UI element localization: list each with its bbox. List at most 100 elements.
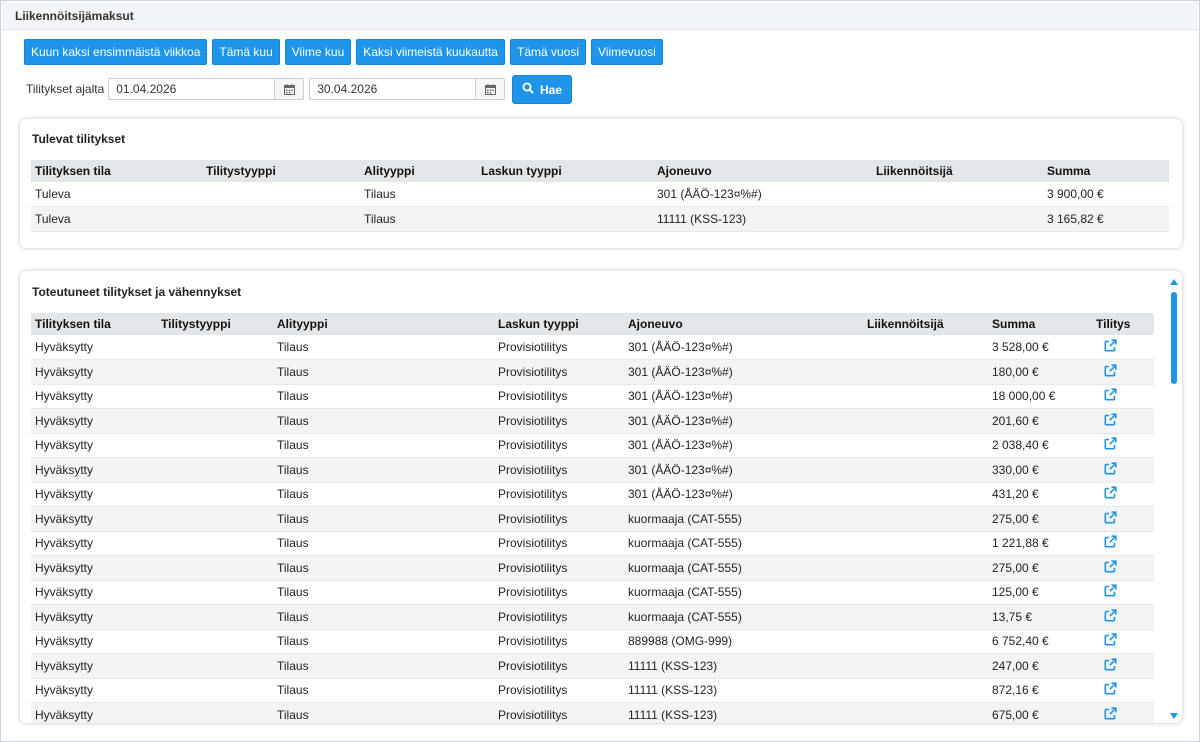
table-row: Hyväksytty Tilaus Provisiotilitys kuormaaja… bbox=[31, 604, 1154, 630]
col-header[interactable]: Alityyppi bbox=[273, 313, 494, 335]
external-link-icon[interactable] bbox=[1104, 364, 1117, 380]
table-cell bbox=[863, 629, 988, 654]
table-row: Hyväksytty Tilaus Provisiotilitys 301 (ÅÄÖ-… bbox=[31, 384, 1154, 409]
table-cell: Hyväksytty bbox=[31, 408, 157, 434]
table-cell: 872,16 € bbox=[988, 678, 1092, 703]
table-row: Hyväksytty Tilaus Provisiotilitys 301 (ÅÄÖ-… bbox=[31, 457, 1154, 483]
table-cell: 1 221,88 € bbox=[988, 531, 1092, 556]
table-row: Hyväksytty Tilaus Provisiotilitys kuormaaja… bbox=[31, 555, 1154, 581]
btn-this-year[interactable]: Tämä vuosi bbox=[509, 39, 587, 65]
external-link-icon[interactable] bbox=[1104, 658, 1117, 674]
btn-this-month[interactable]: Tämä kuu bbox=[212, 39, 280, 65]
external-link-icon[interactable] bbox=[1104, 339, 1117, 355]
table-cell: Provisiotilitys bbox=[494, 384, 624, 409]
table-cell bbox=[863, 408, 988, 434]
table-cell bbox=[863, 702, 988, 723]
table-cell bbox=[863, 531, 988, 556]
calendar-icon[interactable] bbox=[475, 78, 506, 100]
scroll-thumb[interactable] bbox=[1171, 292, 1177, 384]
scroll-up-arrow-icon[interactable] bbox=[1170, 279, 1178, 285]
col-header[interactable]: Summa bbox=[988, 313, 1092, 335]
table-cell: Provisiotilitys bbox=[494, 629, 624, 654]
upcoming-title: Tulevat tilitykset bbox=[32, 132, 126, 146]
external-link-icon[interactable] bbox=[1104, 486, 1117, 502]
external-link-icon[interactable] bbox=[1104, 437, 1117, 453]
col-header[interactable]: Alityyppi bbox=[360, 160, 477, 182]
scroll-down-arrow-icon[interactable] bbox=[1170, 713, 1178, 719]
table-cell bbox=[863, 433, 988, 458]
table-cell: Provisiotilitys bbox=[494, 506, 624, 532]
table-cell: 11111 (KSS-123) bbox=[624, 678, 863, 703]
realized-title: Toteutuneet tilitykset ja vähennykset bbox=[32, 285, 242, 299]
col-header[interactable]: Tilityksen tila bbox=[31, 160, 202, 182]
col-header[interactable]: Tilitystyyppi bbox=[202, 160, 360, 182]
col-header[interactable]: Liikennöitsijä bbox=[872, 160, 1043, 182]
date-from-input[interactable] bbox=[108, 78, 275, 100]
date-filter: Tilitykset ajalta bbox=[26, 77, 510, 101]
col-header[interactable]: Laskun tyyppi bbox=[494, 313, 624, 335]
external-link-icon[interactable] bbox=[1104, 707, 1117, 723]
table-cell: Hyväksytty bbox=[31, 604, 157, 630]
external-link-icon[interactable] bbox=[1104, 535, 1117, 551]
table-cell: 247,00 € bbox=[988, 653, 1092, 679]
table-cell bbox=[477, 206, 653, 232]
vertical-scrollbar[interactable] bbox=[1170, 279, 1178, 719]
table-cell bbox=[863, 604, 988, 630]
col-header[interactable]: Tilitys bbox=[1092, 313, 1154, 335]
col-header[interactable]: Liikennöitsijä bbox=[863, 313, 988, 335]
external-link-icon[interactable] bbox=[1104, 560, 1117, 576]
table-cell bbox=[863, 457, 988, 483]
table-cell: Provisiotilitys bbox=[494, 580, 624, 605]
btn-last-two-months[interactable]: Kaksi viimeistä kuukautta bbox=[356, 39, 505, 65]
table-row: Hyväksytty Tilaus Provisiotilitys kuormaaja… bbox=[31, 580, 1154, 605]
table-cell bbox=[872, 182, 1043, 207]
btn-last-year[interactable]: Viimevuosi bbox=[591, 39, 663, 65]
table-cell: 675,00 € bbox=[988, 702, 1092, 723]
date-to-input[interactable] bbox=[309, 78, 476, 100]
calendar-icon[interactable] bbox=[274, 78, 305, 100]
btn-last-month[interactable]: Viime kuu bbox=[284, 39, 352, 65]
col-header[interactable]: Laskun tyyppi bbox=[477, 160, 653, 182]
table-cell bbox=[202, 182, 360, 207]
table-cell: Hyväksytty bbox=[31, 629, 157, 654]
table-cell: Tilaus bbox=[273, 604, 494, 630]
external-link-icon[interactable] bbox=[1104, 413, 1117, 429]
external-link-icon[interactable] bbox=[1104, 609, 1117, 625]
col-header[interactable]: Tilitystyyppi bbox=[157, 313, 273, 335]
col-header[interactable]: Ajoneuvo bbox=[624, 313, 863, 335]
external-link-icon[interactable] bbox=[1104, 388, 1117, 404]
table-cell: 3 165,82 € bbox=[1043, 206, 1169, 232]
table-cell bbox=[157, 335, 273, 360]
table-cell: Tuleva bbox=[31, 182, 202, 207]
table-cell: 301 (ÅÄÖ-123¤%#) bbox=[624, 359, 863, 385]
external-link-icon[interactable] bbox=[1104, 682, 1117, 698]
external-link-icon[interactable] bbox=[1104, 584, 1117, 600]
table-cell: Tilaus bbox=[273, 653, 494, 679]
table-row: Hyväksytty Tilaus Provisiotilitys kuormaaja… bbox=[31, 531, 1154, 556]
table-cell: Hyväksytty bbox=[31, 457, 157, 483]
col-header[interactable]: Ajoneuvo bbox=[653, 160, 872, 182]
table-cell: Hyväksytty bbox=[31, 335, 157, 360]
table-cell: 125,00 € bbox=[988, 580, 1092, 605]
table-cell bbox=[1092, 678, 1154, 703]
external-link-icon[interactable] bbox=[1104, 511, 1117, 527]
table-row: Hyväksytty Tilaus Provisiotilitys 889988 (O… bbox=[31, 629, 1154, 654]
table-cell: 18 000,00 € bbox=[988, 384, 1092, 409]
external-link-icon[interactable] bbox=[1104, 633, 1117, 649]
table-cell: Provisiotilitys bbox=[494, 653, 624, 679]
date-to-group bbox=[309, 78, 506, 100]
col-header[interactable]: Tilityksen tila bbox=[31, 313, 157, 335]
table-cell bbox=[157, 408, 273, 434]
table-cell: Provisiotilitys bbox=[494, 604, 624, 630]
search-button[interactable]: Hae bbox=[512, 75, 572, 104]
table-cell: 3 528,00 € bbox=[988, 335, 1092, 360]
table-cell: kuormaaja (CAT-555) bbox=[624, 506, 863, 532]
table-cell bbox=[863, 335, 988, 360]
btn-first-two-weeks[interactable]: Kuun kaksi ensimmäistä viikkoa bbox=[24, 39, 208, 65]
external-link-icon[interactable] bbox=[1104, 462, 1117, 478]
table-cell: 180,00 € bbox=[988, 359, 1092, 385]
table-cell bbox=[1092, 457, 1154, 483]
table-cell: Hyväksytty bbox=[31, 678, 157, 703]
col-header[interactable]: Summa bbox=[1043, 160, 1169, 182]
table-cell: Hyväksytty bbox=[31, 384, 157, 409]
